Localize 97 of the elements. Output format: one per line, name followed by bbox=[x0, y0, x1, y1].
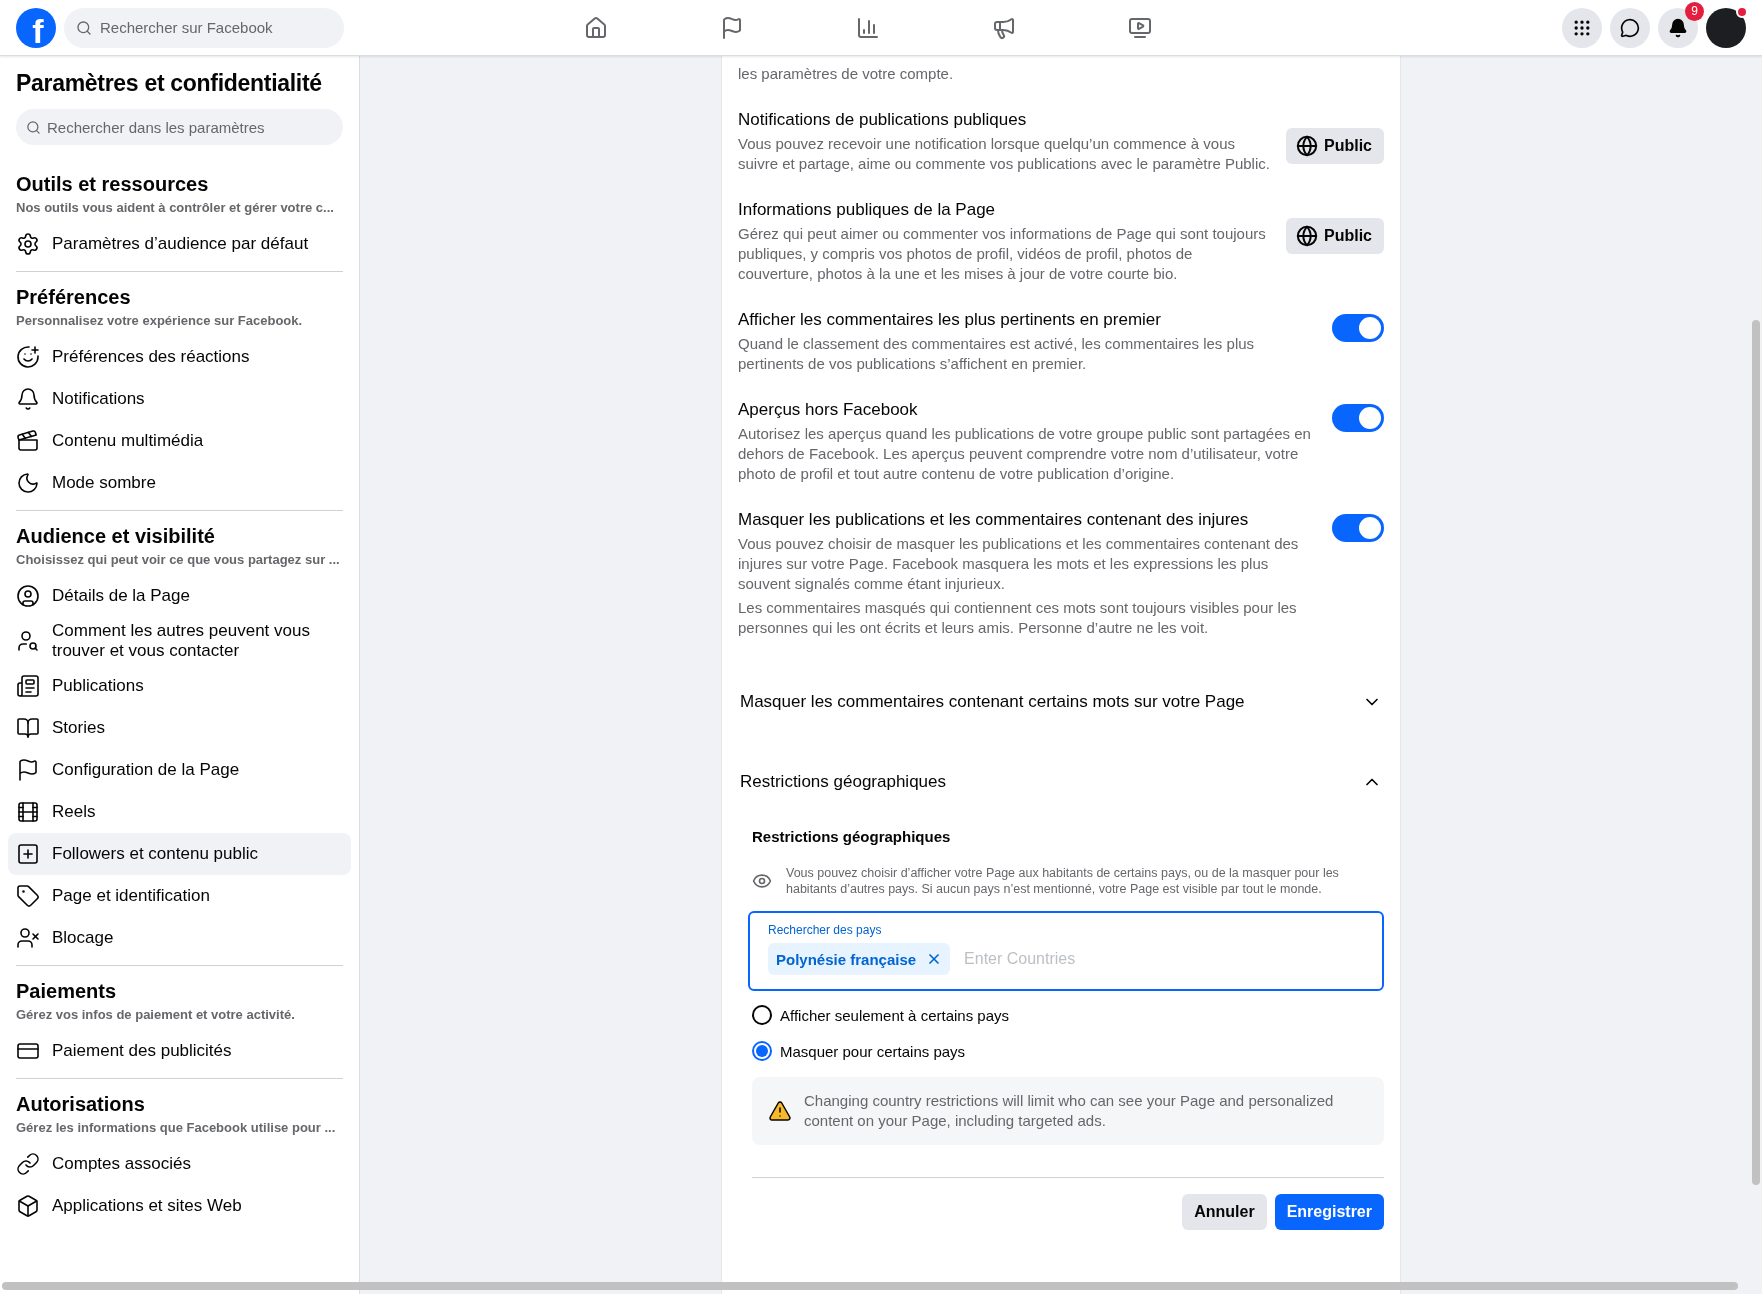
setting-description: Vous pouvez recevoir une notification lorsque quelqu’un commence à vous suivre et partage, aime ou commente vos publications avec le paramètre Public. bbox=[738, 134, 1270, 174]
clapperboard-icon bbox=[16, 429, 40, 453]
section-heading: Autorisations bbox=[16, 1093, 146, 1116]
sidebar-item[interactable]: Comptes associés bbox=[8, 1143, 351, 1185]
setting-title: Notifications de publications publiques bbox=[738, 110, 1028, 130]
radio-option[interactable]: Masquer pour certains pays bbox=[752, 1033, 1384, 1069]
section-heading: Audience et visibilité bbox=[16, 525, 216, 548]
accordion-header[interactable]: Masquer les commentaires contenant certains mots sur votre Page bbox=[738, 662, 1384, 742]
globe-icon bbox=[1296, 225, 1318, 247]
section-heading: Outils et ressources bbox=[16, 173, 210, 196]
section-heading: Paiements bbox=[16, 980, 118, 1003]
setting-title: Informations publiques de la Page bbox=[738, 200, 997, 220]
user-circle-icon bbox=[16, 584, 40, 608]
smiley-icon bbox=[16, 345, 40, 369]
setting-description: les paramètres de votre compte. bbox=[738, 64, 955, 84]
accordion-header[interactable]: Restrictions géographiques bbox=[738, 742, 1384, 822]
sidebar-item[interactable]: Mode sombre bbox=[8, 462, 351, 504]
sidebar-item[interactable]: Notifications bbox=[8, 378, 351, 420]
country-chip[interactable]: Polynésie française bbox=[768, 943, 951, 975]
radio-button[interactable] bbox=[752, 1041, 772, 1061]
country-search-field[interactable]: Rechercher des pays Polynésie française Enter Countries bbox=[748, 911, 1384, 991]
sidebar-item[interactable]: Reels bbox=[8, 791, 351, 833]
sidebar-title: Paramètres et confidentialité bbox=[16, 70, 323, 97]
sidebar-item[interactable]: Paiement des publicités bbox=[8, 1030, 351, 1072]
search-icon bbox=[26, 119, 41, 135]
flag-icon[interactable] bbox=[720, 15, 744, 40]
notifications-button[interactable] bbox=[1658, 7, 1698, 48]
apps-menu-button[interactable] bbox=[1562, 7, 1602, 48]
section-subtitle: Personnalisez votre expérience sur Facebook. bbox=[16, 313, 304, 328]
sidebar-item[interactable]: Configuration de la Page bbox=[8, 749, 351, 791]
bell-icon bbox=[1668, 17, 1688, 38]
settings-search-field[interactable]: Rechercher dans les paramètres bbox=[16, 109, 343, 145]
setting-title: Aperçus hors Facebook bbox=[738, 400, 919, 420]
facebook-logo[interactable]: f bbox=[16, 7, 56, 48]
sidebar-item[interactable]: Stories bbox=[8, 707, 351, 749]
newspaper-icon bbox=[16, 674, 40, 698]
square-plus-icon bbox=[16, 842, 40, 866]
sidebar-item[interactable]: Publications bbox=[8, 665, 351, 707]
save-button[interactable]: Enregistrer bbox=[1274, 1194, 1384, 1230]
warning-icon bbox=[768, 1099, 792, 1123]
setting-description: Autorisez les aperçus quand les publications de votre groupe public sont partagées en dehors de Facebook. Les aperçus peuvent comprendre votre nom d’utilisateur, votre photo de profil et tout autre contenu de votre publication d’origine. bbox=[738, 424, 1312, 484]
bar-chart-icon[interactable] bbox=[856, 15, 880, 40]
video-icon[interactable] bbox=[1128, 15, 1152, 40]
moon-icon bbox=[16, 471, 40, 495]
section-subtitle: Nos outils vous aident à contrôler et gérer votre c... bbox=[16, 200, 335, 215]
setting-title: Masquer les publications et les commentaires contenant des injures bbox=[738, 510, 1250, 530]
sidebar-item[interactable]: Paramètres d’audience par défaut bbox=[8, 223, 351, 265]
film-icon bbox=[16, 800, 40, 824]
eye-icon bbox=[752, 871, 772, 891]
messenger-button[interactable] bbox=[1610, 7, 1650, 48]
audience-button[interactable]: Public bbox=[1286, 218, 1384, 254]
search-field[interactable]: Rechercher sur Facebook bbox=[64, 7, 344, 48]
section-subtitle: Gérez vos infos de paiement et votre activité. bbox=[16, 1007, 296, 1022]
toggle-switch[interactable] bbox=[1332, 404, 1384, 432]
toggle-switch[interactable] bbox=[1332, 314, 1384, 342]
sidebar-item[interactable]: Comment les autres peuvent vous trouver et vous contacter bbox=[8, 617, 351, 665]
section-subtitle: Choisissez qui peut voir ce que vous partagez sur ... bbox=[16, 552, 341, 567]
chat-bubble-icon bbox=[1620, 17, 1640, 38]
radio-button[interactable] bbox=[752, 1005, 772, 1025]
sidebar-item[interactable]: Applications et sites Web bbox=[8, 1185, 351, 1227]
sidebar-item[interactable]: Blocage bbox=[8, 917, 351, 959]
megaphone-icon[interactable] bbox=[992, 15, 1016, 40]
user-search-icon bbox=[16, 629, 40, 653]
user-blocked-icon bbox=[16, 926, 40, 950]
vertical-scrollbar[interactable] bbox=[1752, 320, 1760, 1185]
warning-text: Changing country restrictions will limit who can see your Page and personalized content on your Page, including targeted ads. bbox=[804, 1091, 1335, 1131]
setting-description: Quand le classement des commentaires est activé, les commentaires les plus pertinents de vos publications s’affichent en premier. bbox=[738, 334, 1256, 374]
cancel-button[interactable]: Annuler bbox=[1182, 1194, 1267, 1230]
panel-heading: Restrictions géographiques bbox=[752, 828, 952, 845]
toggle-switch[interactable] bbox=[1332, 514, 1384, 542]
info-text: Vous pouvez choisir d’afficher votre Page aux habitants de certains pays, ou de la masquer pour les habitants d’autres pays. Si aucun pays n’est mentionné, votre Page est visible par tout le monde. bbox=[786, 865, 1340, 897]
setting-description: Gérez qui peut aimer ou commenter vos informations de Page qui sont toujours publiques, y compris vos photos de profil, vidéos de profil, photos de couverture, photos à la une et les mises à jour de votre courte bio. bbox=[738, 224, 1267, 284]
sidebar-item[interactable]: Page et identification bbox=[8, 875, 351, 917]
section-subtitle: Gérez les informations que Facebook utilise pour ... bbox=[16, 1120, 337, 1135]
section-heading: Préférences bbox=[16, 286, 132, 309]
horizontal-scrollbar[interactable] bbox=[2, 1282, 1738, 1290]
box-icon bbox=[16, 1194, 40, 1218]
radio-option[interactable]: Afficher seulement à certains pays bbox=[752, 997, 1384, 1033]
setting-description: Les commentaires masqués qui contiennent ces mots sont toujours visibles pour les personnes qui les ont écrits et leurs amis. Personne d’autre ne les voit. bbox=[738, 598, 1298, 638]
book-icon bbox=[16, 716, 40, 740]
audience-button[interactable]: Public bbox=[1286, 128, 1384, 164]
flag-icon bbox=[16, 758, 40, 782]
sidebar-item[interactable]: Détails de la Page bbox=[8, 575, 351, 617]
tag-icon bbox=[16, 884, 40, 908]
profile-avatar[interactable] bbox=[1706, 7, 1746, 48]
globe-icon bbox=[1296, 135, 1318, 157]
search-icon bbox=[76, 19, 92, 36]
setting-title: Afficher les commentaires les plus pertinents en premier bbox=[738, 310, 1162, 330]
home-icon[interactable] bbox=[584, 15, 608, 40]
sidebar-item[interactable]: Followers et contenu public bbox=[8, 833, 351, 875]
link-icon bbox=[16, 1152, 40, 1176]
gear-icon bbox=[16, 232, 40, 256]
bell-icon bbox=[16, 387, 40, 411]
setting-description: Vous pouvez choisir de masquer les publications et les commentaires contenant des injures sur votre Page. Facebook masquera les mots et les expressions les plus souvent signalés comme étant injurieux. bbox=[738, 534, 1300, 594]
sidebar-item[interactable]: Préférences des réactions bbox=[8, 336, 351, 378]
sidebar-item[interactable]: Contenu multimédia bbox=[8, 420, 351, 462]
notification-badge: 9 bbox=[1685, 1, 1704, 21]
